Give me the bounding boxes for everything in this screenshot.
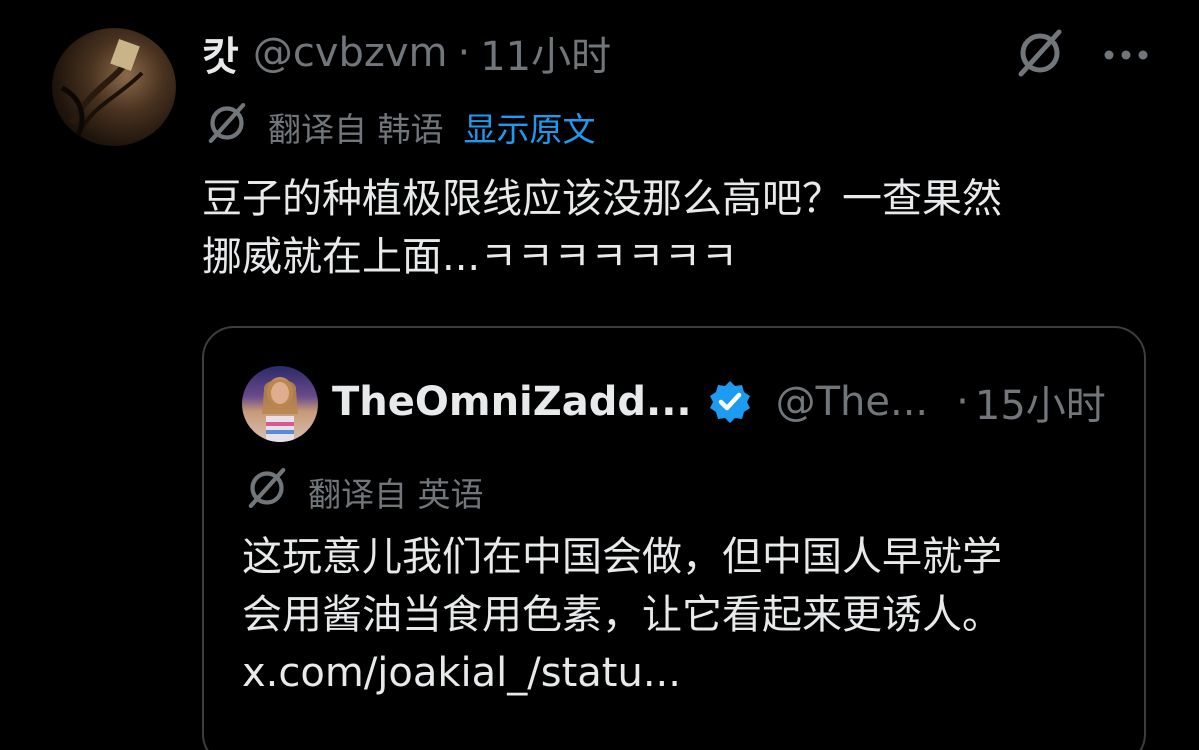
tweet-header: 캇 @cvbzvm · 11小时 bbox=[202, 28, 611, 80]
quoted-text-line: 会用酱油当食用色素，让它看起来更诱人。 bbox=[242, 592, 1002, 638]
translate-icon bbox=[204, 100, 250, 154]
quoted-text-line: 这玩意儿我们在中国会做，但中国人早就学 bbox=[242, 534, 1002, 580]
show-original-link[interactable]: 显示原文 bbox=[464, 103, 596, 151]
author-name[interactable]: 캇 bbox=[202, 24, 239, 82]
tweet-text: 豆子的种植极限线应该没那么高吧？一查果然 挪威就在上面...ㅋㅋㅋㅋㅋㅋㅋ bbox=[202, 170, 1132, 286]
translate-icon bbox=[244, 465, 290, 519]
more-options-icon[interactable] bbox=[1103, 46, 1149, 65]
translated-from-label: 翻译自 韩语 bbox=[268, 110, 444, 149]
separator-dot: · bbox=[956, 379, 969, 425]
separator-dot: · bbox=[457, 30, 471, 76]
grok-icon[interactable] bbox=[1013, 26, 1067, 84]
top-actions bbox=[1013, 26, 1149, 84]
quoted-tweet-text: 这玩意儿我们在中国会做，但中国人早就学 会用酱油当食用色素，让它看起来更诱人。 … bbox=[242, 528, 1122, 702]
tweet-text-line: 挪威就在上面...ㅋㅋㅋㅋㅋㅋㅋ bbox=[202, 234, 738, 280]
quoted-author-avatar[interactable] bbox=[242, 366, 318, 442]
quoted-tweet-header: TheOmniZadd... @The... · 15小时 bbox=[332, 373, 1106, 431]
quoted-translated-from-label: 翻译自 英语 bbox=[308, 475, 484, 514]
author-avatar[interactable] bbox=[52, 28, 176, 146]
translation-notice: 翻译自 韩语 显示原文 bbox=[204, 102, 596, 151]
quoted-link[interactable]: x.com/joakial_/statu... bbox=[242, 644, 1122, 702]
quoted-tweet[interactable]: TheOmniZadd... @The... · 15小时 翻译自 英语 这玩意 bbox=[202, 326, 1146, 750]
tweet: 캇 @cvbzvm · 11小时 翻译自 韩语 显示原文 豆子的种植极限线应该没… bbox=[0, 0, 1199, 750]
tweet-text-line: 豆子的种植极限线应该没那么高吧？一查果然 bbox=[202, 176, 1002, 222]
quoted-author-name[interactable]: TheOmniZadd... bbox=[332, 379, 692, 425]
timestamp[interactable]: 11小时 bbox=[480, 24, 611, 82]
quoted-timestamp[interactable]: 15小时 bbox=[975, 373, 1106, 431]
quoted-author-handle[interactable]: @The... bbox=[776, 379, 929, 425]
author-handle[interactable]: @cvbzvm bbox=[253, 30, 448, 76]
quoted-translation-notice: 翻译自 英语 bbox=[244, 467, 484, 514]
verified-badge-icon bbox=[706, 378, 754, 426]
